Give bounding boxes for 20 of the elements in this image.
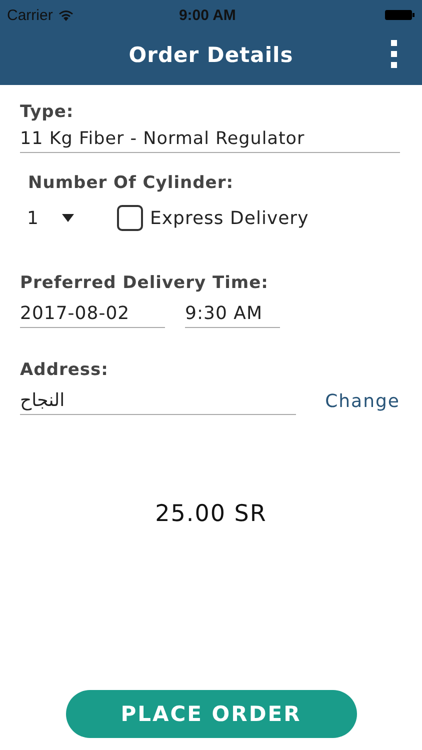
status-time: 9:00 AM <box>178 6 236 24</box>
delivery-time-label: Preferred Delivery Time: <box>20 273 270 293</box>
cylinder-dropdown[interactable]: 1 <box>27 208 117 228</box>
caret-icon <box>62 214 74 222</box>
battery-icon <box>385 9 415 21</box>
express-checkbox[interactable] <box>117 205 143 231</box>
order-price: 25.00 SR <box>154 501 268 527</box>
type-label: Type: <box>20 102 75 122</box>
wifi-icon <box>58 9 74 21</box>
carrier-name: Carrier <box>7 6 53 24</box>
time-field[interactable]: 9:30 AM <box>185 301 280 328</box>
more-menu-icon[interactable] <box>390 40 398 68</box>
address-field[interactable]: النجاح <box>20 388 296 415</box>
type-field[interactable]: 11 Kg Fiber - Normal Regulator <box>20 127 400 153</box>
cylinder-label: Number Of Cylinder: <box>28 173 235 193</box>
change-link[interactable]: Change <box>325 391 400 412</box>
address-label: Address: <box>20 360 110 380</box>
date-field[interactable]: 2017-08-02 <box>20 301 165 328</box>
express-delivery-label: Express Delivery <box>150 208 309 228</box>
screen-title: Order Details <box>128 42 294 66</box>
